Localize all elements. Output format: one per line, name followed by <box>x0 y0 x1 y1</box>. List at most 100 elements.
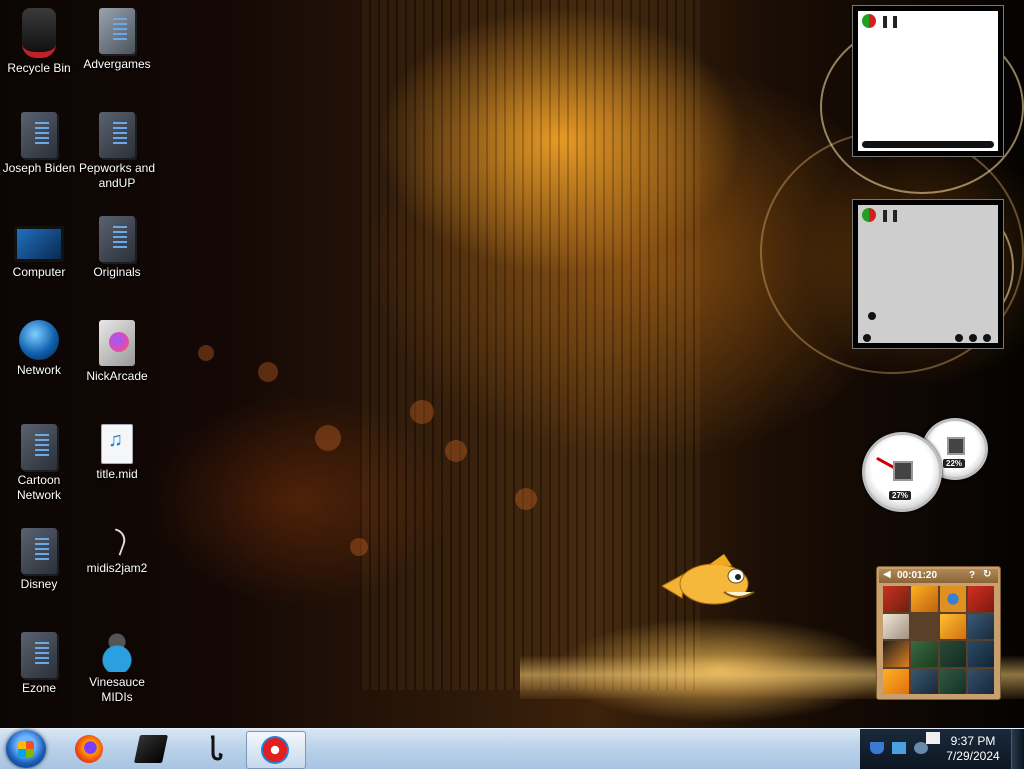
wallpaper-bokeh <box>315 425 341 451</box>
wallpaper-streaks <box>360 0 700 690</box>
puzzle-tile[interactable] <box>967 668 994 694</box>
desktop-icon-recycle-bin[interactable]: Recycle Bin <box>0 8 78 76</box>
desktop-icon-midis2jam2[interactable]: midis2jam2 <box>78 528 156 576</box>
wallpaper-bokeh <box>198 345 214 361</box>
desktop-icon-computer[interactable]: Computer <box>0 216 78 280</box>
desktop-icon-advergames[interactable]: Advergames <box>78 8 156 72</box>
desktop-icon-disney[interactable]: Disney <box>0 528 78 592</box>
desktop-icon-label: Network <box>16 363 61 377</box>
clock-time: 9:37 PM <box>950 734 996 748</box>
cpu-percent: 27% <box>889 491 912 500</box>
wallpaper-bokeh <box>410 400 434 424</box>
wallpaper-bokeh <box>350 538 368 556</box>
desktop-icon-network[interactable]: Network <box>0 320 78 378</box>
puzzle-tile[interactable] <box>967 586 994 612</box>
puzzle-tile[interactable] <box>939 613 966 639</box>
puzzle-tile[interactable] <box>911 668 938 694</box>
midi-file-icon <box>101 424 133 464</box>
desktop-icon-ezone[interactable]: Ezone <box>0 632 78 696</box>
clock-date: 7/29/2024 <box>946 749 1000 763</box>
puzzle-title-bar: ◀ 00:01:20 ? ↻ <box>879 569 998 583</box>
desktop-icon-label: Disney <box>20 577 58 591</box>
flash-icon <box>261 736 289 764</box>
desktop-fish-pet[interactable] <box>662 552 760 610</box>
wallpaper-bokeh <box>445 440 467 462</box>
wallpaper-bokeh <box>258 362 278 382</box>
desktop-icon-joseph-biden[interactable]: Joseph Biden <box>0 112 78 176</box>
desktop-icon-label: Pepworks and andUP <box>78 161 156 190</box>
memory-chip-icon <box>947 437 965 455</box>
puzzle-tile[interactable] <box>911 641 938 667</box>
taskbar-button-flash[interactable] <box>246 731 306 769</box>
record-icon[interactable] <box>862 14 876 28</box>
desktop-icon-label: NickArcade <box>86 369 148 383</box>
desktop-icon-title-mid[interactable]: title.mid <box>78 424 156 482</box>
cpu-chip-icon <box>893 461 913 481</box>
desktop-icon-vinesauce-midis[interactable]: Vinesauce MIDIs <box>78 632 156 705</box>
desktop-icon-label: Cartoon Network <box>16 473 61 502</box>
taskbar-clock[interactable]: 9:37 PM 7/29/2024 <box>934 734 1012 764</box>
puzzle-shuffle-icon[interactable]: ↻ <box>983 569 991 580</box>
user-folder-icon <box>98 632 136 672</box>
taskbar-button-saxophone[interactable] <box>186 731 240 767</box>
black-box-icon <box>134 735 168 763</box>
pause-icon[interactable]: ❚❚ <box>880 208 900 222</box>
taskbar: 9:37 PM 7/29/2024 <box>0 728 1024 769</box>
wallpaper-bokeh <box>515 488 537 510</box>
network-icon <box>19 320 59 360</box>
folder-icon[interactable] <box>892 742 906 754</box>
puzzle-tile[interactable] <box>939 586 966 612</box>
recycle-bin-icon <box>22 8 56 58</box>
control-dot[interactable] <box>863 334 871 342</box>
control-dot[interactable] <box>955 334 963 342</box>
control-dot[interactable] <box>983 334 991 342</box>
puzzle-tile[interactable] <box>883 586 910 612</box>
puzzle-tile[interactable] <box>967 613 994 639</box>
folder-icon <box>99 112 135 158</box>
folder-icon <box>99 8 135 54</box>
puzzle-tile[interactable] <box>967 641 994 667</box>
desktop-icon-label: Advergames <box>83 57 151 71</box>
computer-icon <box>14 226 64 262</box>
record-icon[interactable] <box>862 208 876 222</box>
desktop-icon-label: Originals <box>93 265 141 279</box>
media-gadget-screen: ❚❚ <box>858 205 998 343</box>
media-gadget[interactable]: ❚❚ <box>852 199 1004 349</box>
start-button[interactable] <box>6 730 46 768</box>
memory-percent: 22% <box>943 459 966 468</box>
desktop-icon-pepworks[interactable]: Pepworks and andUP <box>78 112 156 191</box>
puzzle-back-icon[interactable]: ◀ <box>883 569 891 580</box>
media-gadget[interactable]: ❚❚ <box>852 5 1004 157</box>
desktop-icon-label: Joseph Biden <box>2 161 76 175</box>
puzzle-tile[interactable] <box>939 668 966 694</box>
media-progress-bar[interactable] <box>862 141 994 148</box>
taskbar-button-firefox[interactable] <box>62 731 116 767</box>
taskbar-button-device[interactable] <box>124 731 178 767</box>
shield-icon[interactable] <box>870 742 884 754</box>
puzzle-help-icon[interactable]: ? <box>969 570 975 581</box>
app-icon <box>107 528 127 558</box>
desktop-icon-nickarcade[interactable]: NickArcade <box>78 320 156 384</box>
puzzle-tile[interactable] <box>883 613 910 639</box>
pause-icon[interactable]: ❚❚ <box>880 14 900 28</box>
cpu-meter-gadget[interactable]: 22% 27% <box>862 418 992 512</box>
puzzle-empty-slot[interactable] <box>911 613 938 639</box>
desktop-icon-label: Vinesauce MIDIs <box>89 675 145 704</box>
folder-icon <box>21 528 57 574</box>
control-dot[interactable] <box>969 334 977 342</box>
puzzle-grid <box>883 586 994 694</box>
puzzle-tile[interactable] <box>883 641 910 667</box>
desktop-icon-originals[interactable]: Originals <box>78 216 156 280</box>
show-desktop-button[interactable] <box>1011 729 1024 769</box>
desktop-icon-label: title.mid <box>96 467 138 481</box>
puzzle-tile[interactable] <box>883 668 910 694</box>
desktop-icon-label: midis2jam2 <box>86 561 148 575</box>
control-dot[interactable] <box>868 312 876 320</box>
folder-icon <box>99 216 135 262</box>
puzzle-tile[interactable] <box>939 641 966 667</box>
puzzle-tile[interactable] <box>911 586 938 612</box>
desktop-icon-cartoon-network[interactable]: Cartoon Network <box>0 424 78 503</box>
picture-puzzle-gadget[interactable]: ◀ 00:01:20 ? ↻ <box>876 566 1001 700</box>
desktop-icon-label: Recycle Bin <box>7 61 71 75</box>
desktop-icon-label: Ezone <box>21 681 57 695</box>
